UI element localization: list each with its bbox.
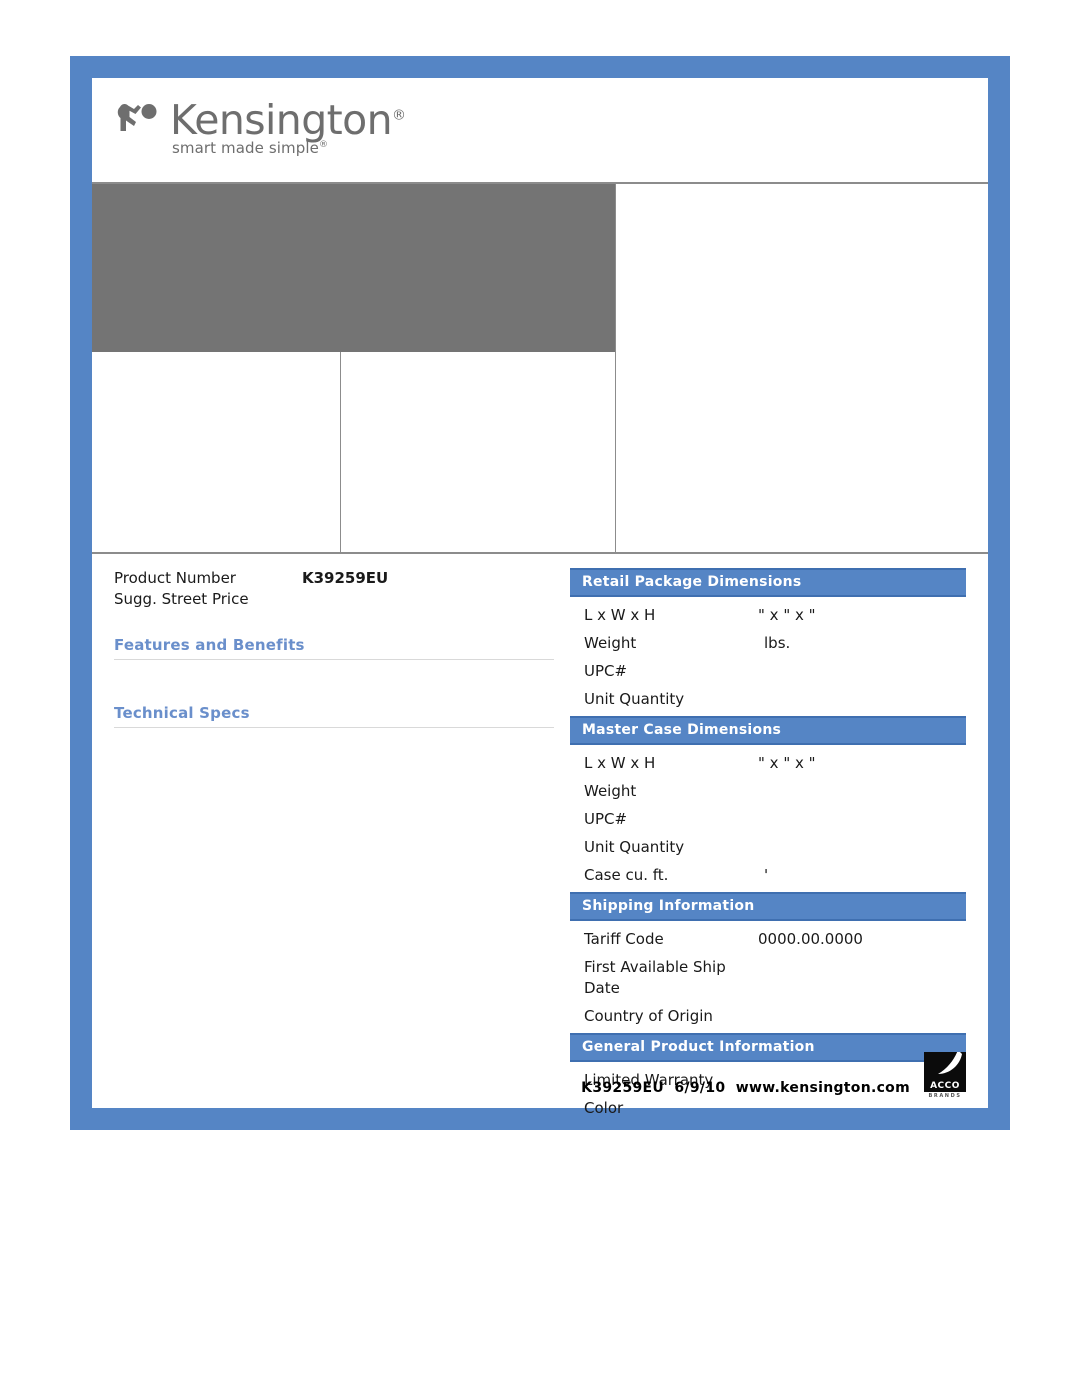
spec-row: Case cu. ft. ' — [570, 862, 966, 890]
spec-row-label: UPC# — [584, 662, 628, 680]
sheet-footer: K39259EU 6/9/10 www.kensington.com ACCO … — [92, 1052, 966, 1100]
spec-row-value: " x " x " — [758, 606, 816, 624]
footer-text: K39259EU 6/9/10 www.kensington.com — [581, 1080, 910, 1096]
product-image-grid — [92, 182, 988, 554]
spec-row: UPC# — [570, 806, 966, 834]
technical-specs-title: Technical Specs — [114, 704, 250, 722]
acco-brands-subtext: BRANDS — [928, 1093, 962, 1099]
spec-row-value: " x " x " — [758, 754, 816, 772]
brand-header: Kensington® smart made simple® — [92, 78, 988, 182]
spec-row: Unit Quantity — [570, 834, 966, 862]
acco-wordmark: ACCO — [924, 1081, 966, 1092]
product-sheet-frame: Kensington® smart made simple® Product N… — [70, 56, 1010, 1130]
spec-panel-title: Retail Package Dimensions — [570, 568, 966, 597]
brand-wordmark: Kensington® — [170, 96, 406, 144]
acco-brands-logo-icon: ACCO BRANDS — [924, 1052, 966, 1100]
sheet-content: Product Number K39259EU Sugg. Street Pri… — [92, 554, 988, 1125]
spec-row-value — [758, 957, 966, 999]
spec-row-label: L x W x H — [584, 754, 656, 772]
spec-row: L x W x H " x " x " — [570, 750, 966, 778]
spec-row: Weight lbs. — [570, 630, 966, 658]
spec-row: Unit Quantity — [570, 686, 966, 714]
spec-row-value — [758, 1098, 966, 1119]
spec-row: First Available Ship Date — [570, 954, 966, 1003]
spec-row-label: Weight — [584, 782, 637, 800]
spec-panel-body: Tariff Code 0000.00.0000 First Available S… — [570, 921, 966, 1031]
spec-panel: Retail Package Dimensions L x W x H " x " … — [570, 568, 966, 714]
spec-row-label: Unit Quantity — [584, 838, 685, 856]
spec-row-label: Unit Quantity — [584, 690, 685, 708]
left-column: Product Number K39259EU Sugg. Street Pri… — [92, 568, 570, 1125]
product-image-left-group — [92, 184, 616, 552]
spec-row: Country of Origin — [570, 1003, 966, 1031]
spec-panel-title: Shipping Information — [570, 892, 966, 921]
spec-panel-body: L x W x H " x " x " Weight lbs. UPC# Unit Qua… — [570, 597, 966, 714]
spec-row: Weight — [570, 778, 966, 806]
spec-row-value — [758, 661, 966, 682]
product-thumbnail-placeholder-2 — [341, 352, 615, 552]
spec-row-value: 0000.00.0000 — [758, 930, 863, 948]
spec-row-label: Tariff Code — [584, 930, 664, 948]
spec-row-label: Case cu. ft. — [584, 866, 669, 884]
spec-row-label: Color — [584, 1099, 624, 1117]
spec-row-label: UPC# — [584, 810, 628, 828]
product-number-value: K39259EU — [302, 569, 389, 587]
spec-row-value: ' — [764, 866, 769, 884]
right-column: Retail Package Dimensions L x W x H " x " … — [570, 568, 988, 1125]
product-sheet-page: Kensington® smart made simple® Product N… — [92, 78, 988, 1117]
product-number-label: Product Number — [114, 569, 236, 587]
spec-row-value — [758, 1006, 966, 1027]
kensington-figure-mark-icon — [114, 98, 162, 138]
spec-row-value — [758, 837, 966, 858]
technical-specs-divider — [114, 727, 554, 728]
product-detail-image-placeholder — [616, 184, 988, 552]
spec-panel-body: L x W x H " x " x " Weight UPC# Unit Quantit… — [570, 745, 966, 890]
spec-row-value — [758, 689, 966, 710]
spec-panel: Shipping Information Tariff Code 0000.00.0… — [570, 892, 966, 1031]
spec-row-value — [758, 809, 966, 830]
spec-row: L x W x H " x " x " — [570, 602, 966, 630]
spec-row: UPC# — [570, 658, 966, 686]
product-thumbnail-placeholder-1 — [92, 352, 341, 552]
spec-row: Tariff Code 0000.00.0000 — [570, 926, 966, 954]
street-price-row: Sugg. Street Price — [114, 589, 570, 610]
street-price-label: Sugg. Street Price — [114, 590, 249, 608]
spec-row-label: L x W x H — [584, 606, 656, 624]
features-and-benefits-title: Features and Benefits — [114, 636, 305, 654]
spec-row-value: lbs. — [764, 634, 791, 652]
spec-row-label: First Available Ship Date — [584, 958, 726, 997]
spec-panel: Master Case Dimensions L x W x H " x " x "… — [570, 716, 966, 890]
product-number-row: Product Number K39259EU — [114, 568, 570, 589]
registered-mark-icon: ® — [391, 107, 406, 124]
spec-panel-title: Master Case Dimensions — [570, 716, 966, 745]
spec-row-label: Weight — [584, 634, 637, 652]
spec-row-value — [758, 781, 966, 802]
product-hero-image-placeholder — [92, 184, 615, 352]
spec-row-label: Country of Origin — [584, 1007, 713, 1025]
